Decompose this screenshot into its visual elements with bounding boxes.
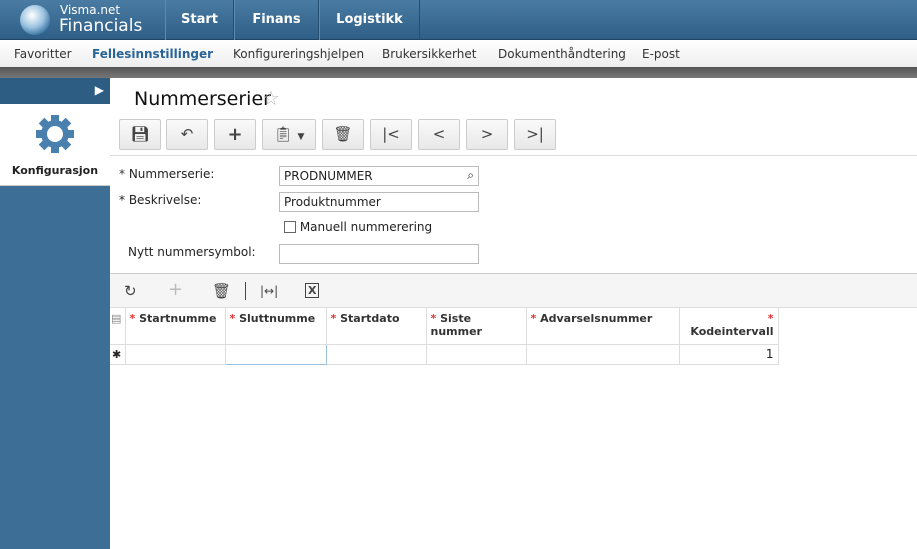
visma-logo-icon (20, 5, 50, 35)
nummerserie-label: Nummerserie: (128, 167, 215, 181)
next-button[interactable]: > (466, 119, 508, 150)
new-row-icon: ✱ (110, 344, 126, 365)
plus-icon: + (227, 124, 243, 145)
delete-row-icon[interactable]: 🗑︎ (212, 282, 231, 300)
beskrivelse-label: Beskrivelse: (128, 193, 202, 207)
grid-table: ▤ * Startnumme * Sluttnumme * Startdato … (110, 308, 779, 365)
tab-start[interactable]: Start (165, 0, 234, 40)
gear-icon (36, 115, 74, 153)
nav-brukersikkerhet[interactable]: Brukersikkerhet (382, 47, 476, 61)
paste-button[interactable]: 📋︎ ▼ (262, 119, 316, 150)
cell[interactable] (426, 344, 527, 365)
grid-toolbar: ↻ + 🗑︎ |↔| X (110, 273, 917, 308)
form-panel: * Nummerserie: PRODNUMMER ⌕ * Beskrivelse… (110, 155, 917, 273)
nav-epost[interactable]: E-post (642, 47, 680, 61)
table-header: ▤ * Startnumme * Sluttnumme * Startdato … (110, 308, 779, 345)
beskrivelse-input[interactable]: Produktnummer (279, 192, 479, 212)
col-startdato[interactable]: * Startdato (326, 308, 427, 345)
column-chooser-icon[interactable]: ▤ (110, 308, 126, 345)
manuell-label: Manuell nummerering (299, 220, 433, 234)
undo-button[interactable]: ↶ (166, 119, 208, 150)
delete-button[interactable]: 🗑︎ (322, 119, 364, 150)
cell[interactable] (526, 344, 680, 365)
prev-icon: < (432, 125, 446, 143)
chevron-down-icon: ▼ (297, 132, 305, 142)
symbol-label: Nytt nummersymbol: (128, 245, 256, 259)
sidebar-item-konfigurasjon[interactable]: Konfigurasjon (0, 104, 110, 186)
search-icon[interactable]: ⌕ (467, 168, 474, 183)
tab-finans[interactable]: Finans (234, 0, 319, 40)
brand-bottom: Financials (59, 16, 143, 36)
nav-favoritter[interactable]: Favoritter (14, 47, 72, 61)
fit-width-icon[interactable]: |↔| (260, 284, 278, 298)
sub-nav: Favoritter Fellesinnstillinger Konfigure… (0, 40, 917, 67)
sidebar-module-label: Konfigurasjon (11, 164, 99, 177)
nav-dokumenthandtering[interactable]: Dokumenthåndtering (498, 47, 626, 61)
first-icon: |< (382, 125, 400, 143)
export-excel-icon[interactable]: X (305, 283, 320, 298)
separator (245, 282, 246, 300)
table-row: ✱ 1 (110, 343, 779, 365)
last-button[interactable]: >| (514, 119, 556, 150)
clipboard-icon: 📋︎ (273, 125, 293, 143)
col-startnummer[interactable]: * Startnumme (125, 308, 226, 345)
refresh-icon[interactable]: ↻ (124, 282, 137, 300)
app-header: Visma.net Financials Start Finans Logist… (0, 0, 917, 40)
undo-icon: ↶ (180, 125, 194, 143)
save-button[interactable]: 💾︎ (119, 119, 161, 150)
nummerserie-input[interactable]: PRODNUMMER ⌕ (279, 166, 479, 186)
manuell-checkbox[interactable] (284, 221, 296, 233)
symbol-input[interactable] (279, 244, 479, 264)
nav-konfigureringshjelpen[interactable]: Konfigureringshjelpen (233, 47, 364, 61)
cell[interactable] (125, 344, 226, 365)
cell[interactable] (326, 344, 427, 365)
last-icon: >| (526, 125, 544, 143)
cell-active[interactable] (224, 343, 327, 365)
col-sluttnummer[interactable]: * Sluttnumme (225, 308, 327, 345)
sidebar: ▶ Konfigurasjon (0, 78, 110, 549)
add-row-icon[interactable]: + (168, 279, 183, 300)
nav-fellesinnstillinger[interactable]: Fellesinnstillinger (92, 47, 213, 61)
col-advarselsnummer[interactable]: * Advarselsnummer (526, 308, 680, 345)
expand-sidebar-icon[interactable]: ▶ (95, 83, 104, 97)
save-icon: 💾︎ (130, 125, 150, 143)
nummerserie-value: PRODNUMMER (284, 169, 373, 183)
cell[interactable]: 1 (679, 344, 779, 365)
required-marker: * (119, 193, 125, 207)
page-title: Nummerserier (134, 88, 271, 110)
prev-button[interactable]: < (418, 119, 460, 150)
required-marker: * (119, 167, 125, 181)
next-icon: > (480, 125, 494, 143)
divider (0, 67, 917, 78)
favorite-star-icon[interactable]: ☆ (262, 86, 280, 110)
add-button[interactable]: + (214, 119, 256, 150)
trash-icon: 🗑︎ (333, 125, 353, 143)
first-button[interactable]: |< (370, 119, 412, 150)
col-siste-nummer[interactable]: * Siste nummer (426, 308, 527, 345)
brand-top: Visma.net (60, 3, 121, 17)
col-kodeintervall[interactable]: * Kodeintervall (679, 308, 779, 345)
tab-logistikk[interactable]: Logistikk (319, 0, 420, 40)
